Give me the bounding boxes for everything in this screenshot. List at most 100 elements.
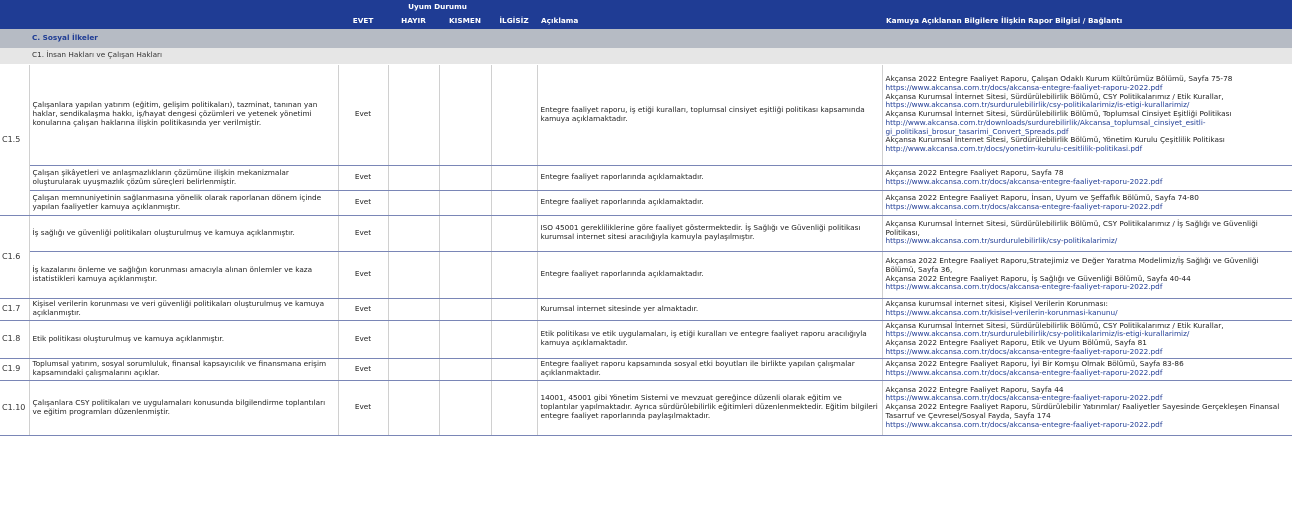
row-status-hayir bbox=[388, 190, 440, 216]
row-description: 14001, 45001 gibi Yönetim Sistemi ve mev… bbox=[537, 380, 882, 436]
row-status-ilgisiz bbox=[491, 358, 538, 381]
row-status-hayir bbox=[388, 358, 440, 381]
row-code: C1.10 bbox=[0, 380, 30, 436]
row-status-ilgisiz bbox=[491, 165, 538, 191]
section-title: C. Sosyal İlkeler bbox=[29, 29, 1292, 48]
row-status-kismen bbox=[439, 215, 492, 252]
row-report-info: Akçansa Kurumsal İnternet Sitesi, Sürdür… bbox=[881, 320, 1292, 359]
row-status-hayir bbox=[388, 251, 440, 299]
row-status-ilgisiz bbox=[491, 298, 538, 321]
row-criterion: Çalışanlara CSY politikaları ve uygulama… bbox=[29, 380, 339, 436]
row-status-ilgisiz bbox=[491, 215, 538, 252]
row-description: Entegre faaliyet raporu kapsamında sosya… bbox=[537, 358, 882, 381]
header-row-top: Uyum Durumu bbox=[0, 0, 1292, 14]
row-code: C1.5 bbox=[0, 64, 30, 216]
row-status-kismen bbox=[439, 298, 492, 321]
report-link[interactable]: https://www.akcansa.com.tr/surdurulebili… bbox=[886, 237, 1291, 246]
row-criterion: Kişisel verilerin korunması ve veri güve… bbox=[29, 298, 339, 321]
row-status-hayir bbox=[388, 165, 440, 191]
table-row: C1.7 Kişisel verilerin korunması ve veri … bbox=[0, 298, 1292, 321]
row-status-hayir bbox=[388, 320, 440, 359]
report-link[interactable]: https://www.akcansa.com.tr/docs/akcansa-… bbox=[886, 177, 1291, 187]
row-report-info: Akçansa 2022 Entegre Faaliyet Raporu, Sa… bbox=[881, 165, 1292, 191]
subsection-row: C1. İnsan Hakları ve Çalışan Hakları bbox=[0, 48, 1292, 65]
report-link[interactable]: https://www.akcansa.com.tr/kisisel-veril… bbox=[886, 308, 1291, 318]
row-status-kismen bbox=[439, 190, 492, 216]
section-row: C. Sosyal İlkeler bbox=[0, 29, 1292, 48]
row-status-ilgisiz bbox=[491, 190, 538, 216]
report-link[interactable]: https://www.akcansa.com.tr/docs/akcansa-… bbox=[886, 420, 1291, 430]
compliance-table: Uyum Durumu EVET HAYIR KISMEN İLGİSİZ Aç… bbox=[0, 0, 1292, 436]
header-row-columns: EVET HAYIR KISMEN İLGİSİZ Açıklama Kamuy… bbox=[0, 14, 1292, 29]
table-row: Çalışan memnuniyetinin sağlanmasına yöne… bbox=[0, 190, 1292, 216]
row-report-info: Akçansa 2022 Entegre Faaliyet Raporu,Str… bbox=[881, 251, 1292, 299]
row-status-evet: Evet bbox=[338, 215, 389, 252]
row-description: Kurumsal internet sitesinde yer almaktad… bbox=[537, 298, 882, 321]
table-row: C1.8 Etik politikası oluşturulmuş ve kamu… bbox=[0, 320, 1292, 359]
table-row: C1.5 Çalışanlara yapılan yatırım (eğitim,… bbox=[0, 64, 1292, 216]
row-code: C1.7 bbox=[0, 298, 30, 321]
row-description: Entegre faaliyet raporu, iş etiği kurall… bbox=[537, 64, 882, 166]
row-report-info: Akçansa 2022 Entegre Faaliyet Raporu, Ça… bbox=[881, 64, 1292, 166]
table-row: C1.10 Çalışanlara CSY politikaları ve uyg… bbox=[0, 380, 1292, 436]
row-criterion: Çalışan şikâyetleri ve anlaşmazlıkların … bbox=[29, 165, 339, 191]
col-header-hayir: HAYIR bbox=[388, 14, 439, 29]
row-criterion: Çalışanlara yapılan yatırım (eğitim, gel… bbox=[29, 64, 339, 166]
row-description: Entegre faaliyet raporlarında açıklamakt… bbox=[537, 165, 882, 191]
row-status-evet: Evet bbox=[338, 320, 389, 359]
row-description: Etik politikası ve etik uygulamaları, iş… bbox=[537, 320, 882, 359]
report-link[interactable]: https://www.akcansa.com.tr/docs/akcansa-… bbox=[886, 282, 1291, 292]
row-description: Entegre faaliyet raporlarında açıklamakt… bbox=[537, 190, 882, 216]
report-link[interactable]: http://www.akcansa.com.tr/downloads/surd… bbox=[886, 118, 1291, 137]
col-header-ilgisiz: İLGİSİZ bbox=[491, 14, 537, 29]
row-status-hayir bbox=[388, 380, 440, 436]
row-status-ilgisiz bbox=[491, 320, 538, 359]
row-description: Entegre faaliyet raporlarında açıklamakt… bbox=[537, 251, 882, 299]
row-report-info: Akçansa 2022 Entegre Faaliyet Raporu, İn… bbox=[881, 190, 1292, 216]
compliance-status-header: Uyum Durumu bbox=[338, 0, 537, 14]
row-status-evet: Evet bbox=[338, 64, 389, 166]
report-reference: Akçansa Kurumsal İnternet Sitesi, Sürdür… bbox=[885, 218, 1258, 237]
col-header-kismen: KISMEN bbox=[439, 14, 491, 29]
col-header-aciklama: Açıklama bbox=[537, 14, 882, 29]
row-report-info: Akçansa Kurumsal İnternet Sitesi, Sürdür… bbox=[881, 215, 1292, 252]
row-code: C1.6 bbox=[0, 215, 30, 299]
row-status-kismen bbox=[439, 165, 492, 191]
row-status-kismen bbox=[439, 251, 492, 299]
report-link[interactable]: https://www.akcansa.com.tr/docs/akcansa-… bbox=[886, 347, 1291, 357]
report-link[interactable]: http://www.akcansa.com.tr/docs/yonetim-k… bbox=[886, 144, 1291, 154]
row-report-info: Akçansa 2022 Entegre Faaliyet Raporu, İy… bbox=[881, 358, 1292, 381]
row-criterion: İş sağlığı ve güvenliği politikaları olu… bbox=[29, 215, 339, 252]
row-criterion: Çalışan memnuniyetinin sağlanmasına yöne… bbox=[29, 190, 339, 216]
row-code: C1.9 bbox=[0, 358, 30, 381]
report-reference: Akçansa 2022 Entegre Faaliyet Raporu, Sü… bbox=[885, 402, 1280, 420]
table-row: C1.9 Toplumsal yatırım, sosyal sorumluluk… bbox=[0, 358, 1292, 381]
row-description: ISO 45001 gerekliliklerine göre faaliyet… bbox=[537, 215, 882, 252]
table-row: Çalışan şikâyetleri ve anlaşmazlıkların … bbox=[0, 165, 1292, 191]
col-header-rapor: Kamuya Açıklanan Bilgilere İlişkin Rapor… bbox=[882, 14, 1292, 29]
row-code: C1.8 bbox=[0, 320, 30, 359]
row-status-evet: Evet bbox=[338, 358, 389, 381]
report-reference: Akçansa 2022 Entegre Faaliyet Raporu,Str… bbox=[885, 256, 1259, 274]
row-status-ilgisiz bbox=[491, 64, 538, 166]
report-link[interactable]: https://www.akcansa.com.tr/docs/akcansa-… bbox=[886, 368, 1291, 378]
row-criterion: İş kazalarını önleme ve sağlığın korunma… bbox=[29, 251, 339, 299]
table-row: İş kazalarını önleme ve sağlığın korunma… bbox=[0, 251, 1292, 299]
row-status-kismen bbox=[439, 380, 492, 436]
row-report-info: Akçansa 2022 Entegre Faaliyet Raporu, Sa… bbox=[881, 380, 1292, 436]
row-status-evet: Evet bbox=[338, 251, 389, 299]
row-status-evet: Evet bbox=[338, 165, 389, 191]
row-status-evet: Evet bbox=[338, 190, 389, 216]
row-status-hayir bbox=[388, 298, 440, 321]
row-status-hayir bbox=[388, 64, 440, 166]
row-criterion: Etik politikası oluşturulmuş ve kamuya a… bbox=[29, 320, 339, 359]
row-criterion: Toplumsal yatırım, sosyal sorumluluk, fi… bbox=[29, 358, 339, 381]
row-status-ilgisiz bbox=[491, 251, 538, 299]
table-row: C1.6 İş sağlığı ve güvenliği politikaları… bbox=[0, 215, 1292, 299]
row-status-kismen bbox=[439, 358, 492, 381]
row-status-evet: Evet bbox=[338, 380, 389, 436]
report-link[interactable]: https://www.akcansa.com.tr/docs/akcansa-… bbox=[886, 202, 1291, 212]
row-status-hayir bbox=[388, 215, 440, 252]
row-status-evet: Evet bbox=[338, 298, 389, 321]
row-status-ilgisiz bbox=[491, 380, 538, 436]
